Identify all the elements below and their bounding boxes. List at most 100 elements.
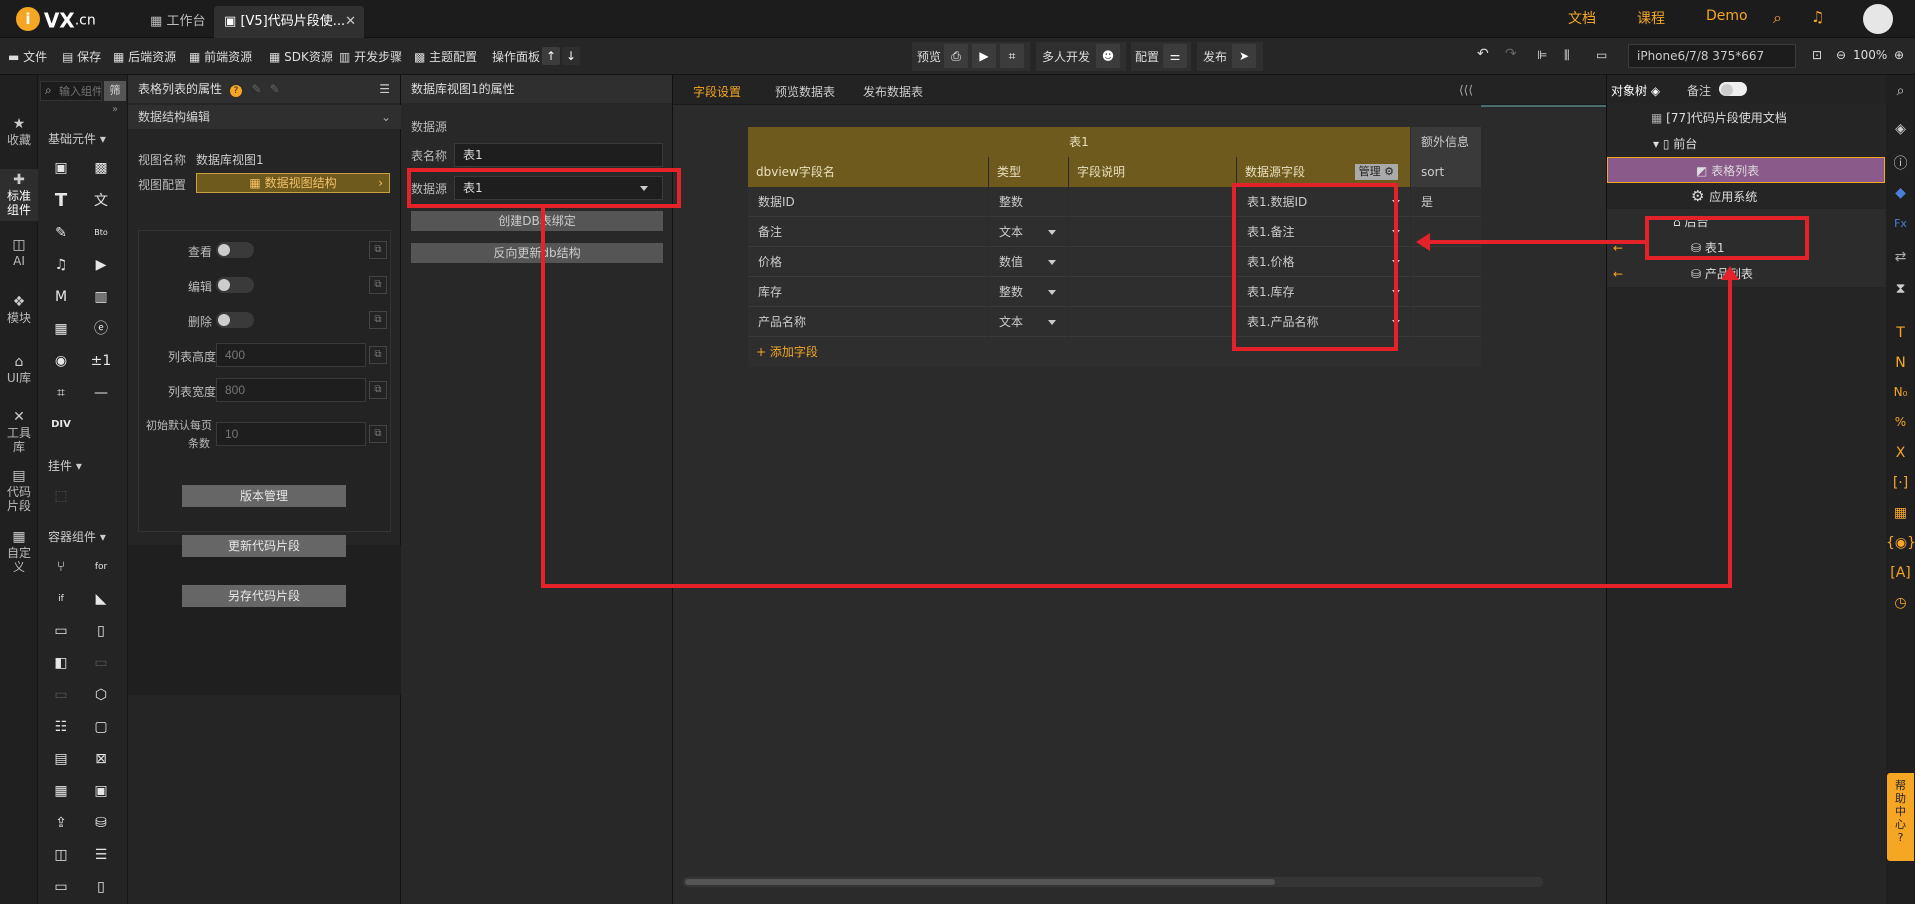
row-name-cell[interactable]: 价格 — [748, 247, 988, 277]
radio-icon[interactable]: ▤ — [50, 748, 72, 770]
info-icon[interactable]: ⓘ — [1886, 153, 1915, 173]
menu-icon[interactable]: ☰ — [379, 75, 390, 103]
image-icon[interactable]: ▣ — [50, 157, 72, 179]
edit-toggle[interactable] — [216, 277, 254, 293]
nav-docs[interactable]: 文档 — [1568, 8, 1596, 28]
e-icon[interactable]: ⓔ — [90, 318, 112, 340]
horizontal-scrollbar[interactable] — [683, 877, 1543, 887]
number-icon[interactable]: N₀ — [1886, 385, 1915, 399]
row-description-cell[interactable] — [1069, 247, 1236, 277]
update-snippet-button[interactable]: 更新代码片段 — [182, 535, 346, 557]
sdk-resources[interactable]: ▦ SDK资源 — [269, 48, 333, 65]
button-icon[interactable]: Bto — [90, 222, 112, 244]
tab-preview-table[interactable]: 预览数据表 — [775, 83, 835, 100]
logo[interactable]: i VX.cn — [16, 7, 96, 33]
mount-icon[interactable]: ⬚ — [50, 485, 72, 507]
row-source-select[interactable]: 表1.库存 — [1237, 277, 1410, 307]
slider-icon[interactable]: ▯ — [90, 620, 112, 642]
transfer-icon[interactable]: ⇄ — [1886, 249, 1915, 265]
tree-item-app-system[interactable]: ⚙ 应用系统 — [1607, 183, 1887, 209]
component-search[interactable]: ⌕ — [40, 81, 102, 101]
tab-notes[interactable]: 备注 — [1687, 82, 1711, 99]
edit-icon[interactable]: ✎ — [252, 82, 262, 96]
object-icon[interactable]: {◉} — [1886, 535, 1915, 551]
search-icon[interactable]: ⌕ — [1886, 83, 1915, 99]
collapse-icon[interactable]: ⟨⟨⟨ — [1459, 83, 1473, 97]
shield-icon[interactable]: ⬡ — [90, 684, 112, 706]
ops-panel[interactable]: 操作面板 — [492, 48, 540, 65]
qrcode-icon[interactable]: ⌗ — [50, 382, 72, 404]
filter-button[interactable]: 筛 — [104, 81, 126, 101]
rail-custom[interactable]: ▦ 自定义 — [0, 530, 38, 574]
save-as-snippet-button[interactable]: 另存代码片段 — [182, 585, 346, 607]
tag-icon[interactable]: ◣ — [90, 588, 112, 610]
users-icon[interactable]: ☻ — [1096, 44, 1120, 68]
zoom-in-icon[interactable]: ⊕ — [1894, 48, 1904, 62]
reverse-update-button[interactable]: 反向更新db结构 — [411, 243, 663, 263]
row-description-cell[interactable] — [1069, 217, 1236, 247]
per-page-input[interactable] — [216, 422, 366, 446]
row-source-select[interactable]: 表1.产品名称 — [1237, 307, 1410, 337]
fit-icon[interactable]: ⊡ — [1812, 48, 1822, 62]
row-source-select[interactable]: 表1.备注 — [1237, 217, 1410, 247]
help-center-button[interactable]: 帮助中心 ? — [1887, 773, 1914, 861]
search-input[interactable] — [59, 83, 101, 99]
dialog-icon[interactable]: ▣ — [90, 780, 112, 802]
zoom-out-icon[interactable]: ⊖ — [1836, 48, 1846, 62]
frontend-resources[interactable]: ▦ 前端资源 — [189, 48, 252, 65]
data-view-structure-button[interactable]: ▦ 数据视图结构 › — [196, 173, 390, 193]
avatar[interactable] — [1863, 4, 1893, 34]
copy-icon[interactable]: ⧉ — [369, 276, 387, 294]
arrow-down-icon[interactable]: ↓ — [562, 47, 580, 65]
list-width-input[interactable] — [216, 378, 366, 402]
row-extra-cell[interactable] — [1411, 277, 1481, 307]
hourglass-icon[interactable]: ⧗ — [1886, 281, 1915, 297]
copy-icon[interactable]: ⧉ — [369, 381, 387, 399]
row-type-select[interactable]: 数值 — [989, 247, 1068, 277]
layers-icon[interactable]: ◈ — [1886, 121, 1915, 137]
row-description-cell[interactable] — [1069, 187, 1236, 217]
datasource-select[interactable]: 表1 — [454, 176, 663, 200]
music-icon[interactable]: ♫ — [50, 254, 72, 276]
backend-resources[interactable]: ▦ 后端资源 — [113, 48, 176, 65]
markdown-icon[interactable]: M — [50, 286, 72, 308]
frame-icon[interactable]: ▢ — [90, 716, 112, 738]
divider-icon[interactable]: — — [90, 382, 112, 404]
edit-icon[interactable]: ✎ — [50, 222, 72, 244]
close-icon[interactable]: ✕ — [345, 6, 356, 38]
redo-icon[interactable]: ↷ — [1505, 46, 1517, 62]
book-icon[interactable]: ▯ — [90, 876, 112, 898]
row-extra-cell[interactable] — [1411, 247, 1481, 277]
layout-icon[interactable]: ◧ — [50, 652, 72, 674]
view-toggle[interactable] — [216, 242, 254, 258]
preview-icon[interactable]: ⎙ — [944, 44, 968, 68]
rail-standard-components[interactable]: ✚ 标准组件 — [0, 169, 38, 221]
upload-icon[interactable]: ⇪ — [50, 812, 72, 834]
nav-course[interactable]: 课程 — [1637, 8, 1665, 28]
delete-toggle[interactable] — [216, 312, 254, 328]
n-icon[interactable]: N — [1886, 355, 1915, 371]
manage-button[interactable]: 管理 ⚙ — [1354, 164, 1398, 180]
arrow-up-icon[interactable]: ↑ — [542, 47, 560, 65]
device-icon[interactable]: ▭ — [1596, 48, 1607, 62]
row-description-cell[interactable] — [1069, 307, 1236, 337]
list-height-input[interactable] — [216, 343, 366, 367]
carousel-icon[interactable]: ◫ — [50, 844, 72, 866]
sliders-icon[interactable]: ⚌ — [1163, 44, 1187, 68]
list-icon[interactable]: ☰ — [90, 844, 112, 866]
rail-code-snippets[interactable]: ▤ 代码片段 — [0, 469, 38, 513]
theme-config[interactable]: ▩ 主题配置 — [414, 48, 477, 65]
collapse-icon[interactable]: » — [112, 104, 118, 115]
for-icon[interactable]: for — [90, 556, 112, 578]
play-icon[interactable]: ▶ — [972, 44, 996, 68]
rail-modules[interactable]: ❖ 模块 — [0, 295, 38, 325]
tree-item-table-list[interactable]: ◩ 表格列表 — [1607, 157, 1885, 183]
row-type-select[interactable]: 文本 — [989, 217, 1068, 247]
film-icon[interactable]: ▭ — [50, 876, 72, 898]
rail-ai[interactable]: ◫ AI — [0, 238, 38, 268]
database-icon[interactable]: ⛁ — [90, 812, 112, 834]
div-icon[interactable]: DIV — [50, 414, 72, 436]
row-name-cell[interactable]: 库存 — [748, 277, 988, 307]
clock-icon[interactable]: ◷ — [1886, 595, 1915, 611]
align-left-icon[interactable]: ⊫ — [1537, 48, 1547, 62]
